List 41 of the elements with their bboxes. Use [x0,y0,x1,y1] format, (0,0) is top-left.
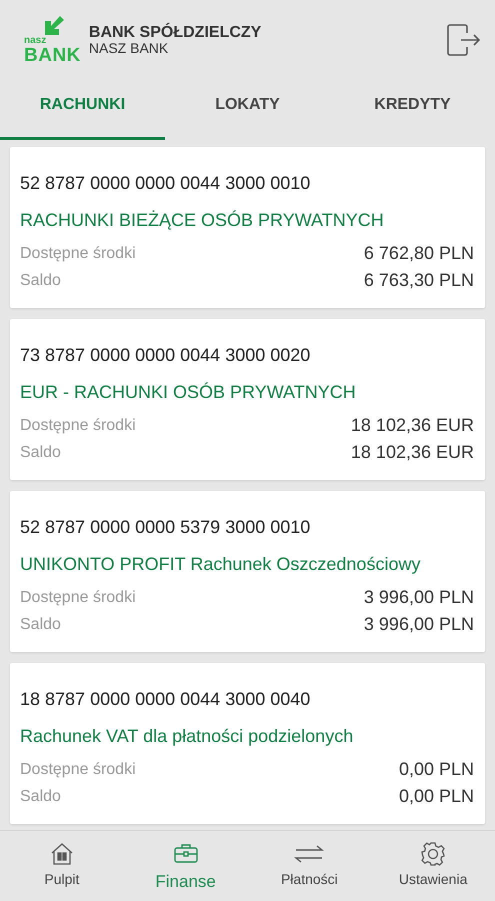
settings-icon [420,841,446,867]
balance-value: 6 762,80 PLN [364,242,474,265]
logo-text: nasz [24,36,46,46]
account-card[interactable]: 52 8787 0000 0000 0044 3000 0010 RACHUNKI BIEŻĄCE OSÓB PRYWATNYCH Dostępne środki 6 762,80 PLN Saldo 6 763,30 PLN [10,147,485,308]
bank-subtitle: NASZ BANK [88,41,170,56]
account-number: 18 8787 0000 0000 0044 3000 0040 [20,688,312,711]
logout-icon[interactable] [445,22,481,58]
account-number: 73 8787 0000 0000 0044 3000 0020 [20,344,312,367]
account-card[interactable]: 73 8787 0000 0000 0044 3000 0020 EUR - RACHUNKI OSÓB PRYWATNYCH Dostępne środki 18 102,36 EUR Saldo 18 102,36 EUR [10,319,485,480]
balance-value: 0,00 PLN [398,785,474,808]
account-name: EUR - RACHUNKI OSÓB PRYWATNYCH [20,381,357,404]
balance-label: Saldo [20,786,61,806]
balance-value: 3 996,00 PLN [364,613,474,636]
balance-value: 3 996,00 PLN [364,586,474,609]
balance-value: 6 763,30 PLN [364,269,474,292]
nav-item[interactable]: Płatności [248,831,372,901]
tab[interactable]: LOKATY [165,70,330,140]
balance-label: Saldo [20,614,61,634]
balance-label: Saldo [20,442,61,462]
account-card[interactable]: 52 8787 0000 0000 5379 3000 0010 UNIKONTO PROFIT Rachunek Oszczednościowy Dostępne środki 3 996,00 PLN Saldo 3 996,00 PLN [10,491,485,652]
balance-value: 0,00 PLN [398,758,474,781]
balance-label: Dostępne środki [20,244,136,264]
bank-title: BANK SPÓŁDZIELCZY [88,24,262,42]
tab[interactable]: KREDYTY [330,70,495,140]
account-name: RACHUNKI BIEŻĄCE OSÓB PRYWATNYCH [20,209,385,232]
account-number: 52 8787 0000 0000 0044 3000 0010 [20,172,312,195]
nav-item[interactable]: Ustawienia [371,831,495,901]
logo-text: BANK [24,46,81,64]
balance-label: Dostępne środki [20,760,136,780]
account-card[interactable]: 18 8787 0000 0000 0044 3000 0040 Rachunek VAT dla płatności podzielonych Dostępne środki 0,00 PLN Saldo 0,00 PLN [10,663,485,824]
balance-value: 18 102,36 EUR [350,441,474,464]
balance-label: Dostępne środki [20,416,136,436]
account-number: 52 8787 0000 0000 5379 3000 0010 [20,516,312,539]
nav-item[interactable]: Pulpit [0,831,124,901]
balance-label: Dostępne środki [20,588,136,608]
arrow-icon [42,16,64,36]
account-name: UNIKONTO PROFIT Rachunek Oszczednościowy [20,553,422,576]
account-name: Rachunek VAT dla płatności podzielonych [20,725,354,748]
tab[interactable]: RACHUNKI [0,70,165,140]
balance-label: Saldo [20,270,61,290]
balance-value: 18 102,36 EUR [350,414,474,437]
